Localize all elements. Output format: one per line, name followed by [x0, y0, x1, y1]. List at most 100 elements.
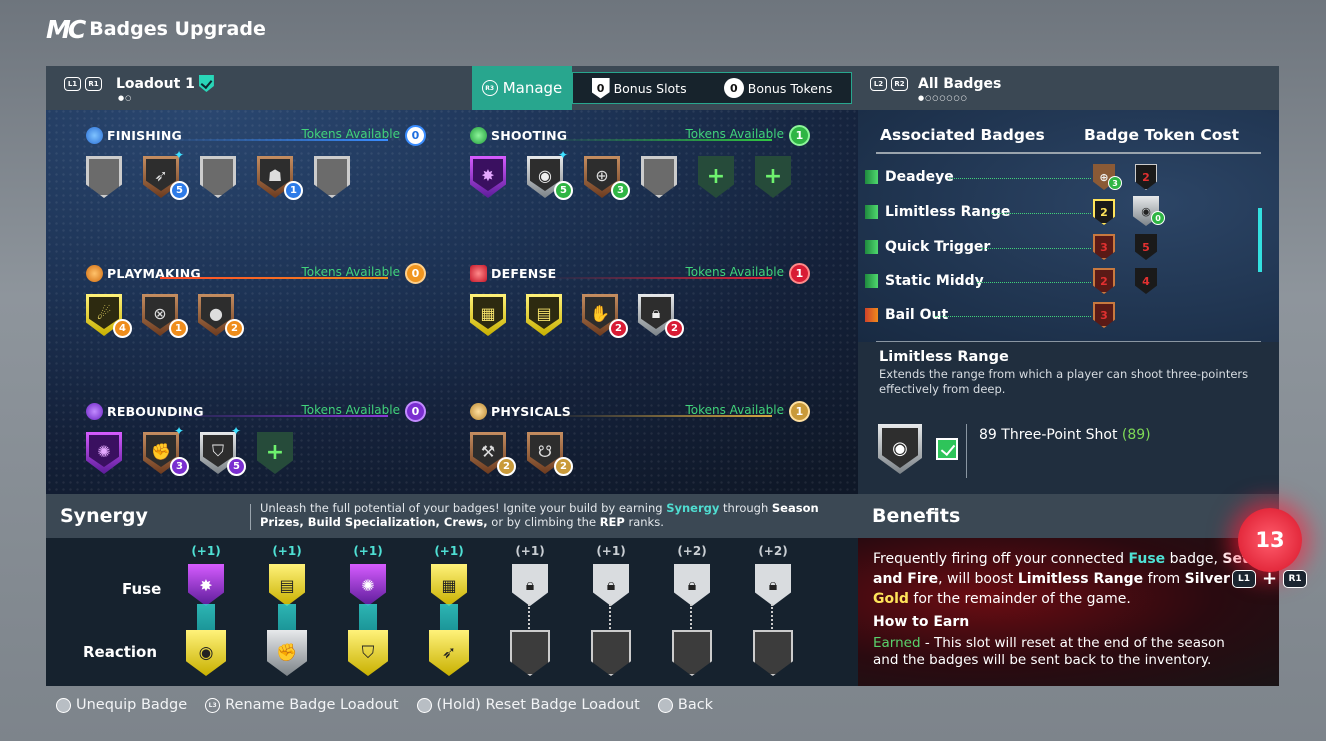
- category-header: REBOUNDING Tokens Available 0: [86, 400, 426, 422]
- synergy-slot[interactable]: (+2) 🔒︎: [669, 544, 715, 684]
- badge-slot[interactable]: 🔒︎ 2: [638, 294, 684, 340]
- tokens-available-count: 1: [789, 263, 810, 284]
- associated-badge-row[interactable]: Static Middy 2 4: [865, 268, 1265, 294]
- badge-slot[interactable]: [641, 156, 677, 202]
- associated-badge-row[interactable]: Quick Trigger 3 5: [865, 234, 1265, 260]
- badge-slot[interactable]: ✊ ✦ 3: [143, 424, 189, 478]
- badge-slot[interactable]: ☋ 2: [527, 432, 573, 478]
- controller-hints: Unequip Badge L3 Rename Badge Loadout (Ho…: [56, 697, 713, 713]
- badge-slot[interactable]: ✸: [470, 156, 506, 202]
- synergy-header: Synergy Unleash the full potential of yo…: [46, 494, 858, 538]
- upgrade-icon: ✦: [173, 424, 184, 438]
- synergy-slot[interactable]: (+1) 🔒︎: [588, 544, 634, 684]
- badge-slot[interactable]: ⊕ 3: [584, 156, 630, 202]
- synergy-slot[interactable]: (+1) ▤ ✊: [264, 544, 310, 684]
- all-badges-page-dots: ●○○○○○○: [918, 94, 968, 102]
- associated-badge-row[interactable]: Limitless Range 2 ◉ 0: [865, 196, 1265, 226]
- reset-loadout-hint[interactable]: (Hold) Reset Badge Loadout: [416, 697, 640, 713]
- badge-slot[interactable]: ◉ ✦ 5: [527, 148, 573, 202]
- badge-slot[interactable]: ▦: [470, 294, 506, 340]
- dotted-connector: [977, 282, 1091, 283]
- rep-navigation[interactable]: L1 + R1: [1232, 568, 1308, 589]
- token-cost: 2: [1093, 268, 1115, 294]
- token-cost: 4: [1135, 268, 1157, 294]
- shooting-icon: [470, 126, 487, 144]
- synergy-bonus: (+2): [758, 544, 788, 558]
- requirement-check-icon: [936, 438, 958, 460]
- synergy-bonus: (+1): [353, 544, 383, 558]
- badge-level: 2: [497, 457, 516, 476]
- all-badges-title: All Badges: [918, 76, 1002, 92]
- badge-level: 3: [611, 181, 630, 200]
- badge-slot[interactable]: [200, 156, 236, 202]
- l1-button-icon: L1: [64, 76, 81, 91]
- badge-slot[interactable]: ✺: [86, 432, 122, 478]
- plus-separator: +: [1262, 568, 1278, 589]
- badge-slot[interactable]: ➶ ✦ 5: [143, 148, 189, 202]
- category-color-bar: [865, 274, 878, 288]
- badge-token-cost-heading: Badge Token Cost: [1084, 126, 1240, 144]
- bonus-tokens-label: Bonus Tokens: [747, 80, 833, 96]
- playmaking-icon: [86, 264, 103, 282]
- badge-slot[interactable]: +: [257, 432, 293, 478]
- back-hint[interactable]: Back: [657, 697, 713, 713]
- badge-level: 5: [554, 181, 573, 200]
- empty-reaction-slot: [753, 630, 793, 676]
- synergy-slot[interactable]: (+1) ✸ ◉: [183, 544, 229, 684]
- badge-slot[interactable]: +: [698, 156, 734, 202]
- synergy-slot[interactable]: (+1) 🔒︎: [507, 544, 553, 684]
- tokens-available-count: 1: [789, 401, 810, 422]
- spring-connector: [690, 604, 694, 632]
- badge-slot[interactable]: [314, 156, 350, 202]
- badge-slot[interactable]: ▤: [526, 294, 562, 340]
- manage-tab[interactable]: R3 Manage: [472, 66, 572, 110]
- synergy-slot[interactable]: (+1) ▦ ➶: [426, 544, 472, 684]
- synergy-slot[interactable]: (+1) ✺ ⛉: [345, 544, 391, 684]
- scrollbar[interactable]: [1258, 208, 1262, 272]
- category-physicals: PHYSICALS Tokens Available 1 ⚒ 2 ☋ 2: [470, 400, 810, 494]
- requirement-label: 89 Three-Point Shot: [979, 427, 1118, 443]
- reaction-shield-badge-icon: ⛉: [348, 630, 388, 676]
- category-finishing: FINISHING Tokens Available 0 ➶ ✦ 5 ☗ 1: [86, 124, 426, 254]
- badge-slot[interactable]: ✋ 2: [582, 294, 628, 340]
- l3-button-icon: L3: [205, 697, 221, 713]
- badge-slot[interactable]: ☄ 4: [86, 294, 132, 340]
- empty-badge-slot: [200, 156, 236, 198]
- bonus-slots-value: 0: [591, 77, 610, 99]
- empty-badge-slot: [314, 156, 350, 198]
- requirement-text: 89 Three-Point Shot (89): [979, 427, 1151, 443]
- synergy-link: [278, 604, 296, 634]
- spring-connector: [609, 604, 613, 632]
- locked-slot-icon: 🔒︎: [674, 564, 710, 606]
- benefits-description: Frequently firing off your connected Fus…: [873, 551, 1249, 607]
- reaction-layup-badge-icon: ➶: [429, 630, 469, 676]
- associated-badge-row[interactable]: Bail Out 3: [865, 302, 1265, 328]
- category-header: FINISHING Tokens Available 0: [86, 124, 426, 146]
- badge-slot[interactable]: ☗ 1: [257, 156, 303, 202]
- r3-button-icon: R3: [481, 80, 498, 96]
- badge-slot[interactable]: [86, 156, 122, 202]
- tokens-available-count: 1: [789, 125, 810, 146]
- badge-slot[interactable]: ⛉ ✦ 5: [200, 424, 246, 478]
- unequip-badge-hint[interactable]: Unequip Badge: [56, 697, 187, 713]
- l2-button-icon: L2: [870, 77, 887, 91]
- badge-slot[interactable]: ⚒ 2: [470, 432, 516, 478]
- all-badges-selector[interactable]: L2 R2 All Badges: [870, 76, 1001, 92]
- badge-slot[interactable]: ⊗ 1: [142, 294, 188, 340]
- badge-level: 2: [665, 319, 684, 338]
- synergy-bonus: (+2): [677, 544, 707, 558]
- badge-level: 0: [1151, 211, 1165, 225]
- badge-slot[interactable]: +: [755, 156, 791, 202]
- page-title: Badges Upgrade: [89, 18, 266, 40]
- synergy-body: Fuse Reaction (+1) ✸ ◉ (+1) ▤ ✊ (+1) ✺ ⛉…: [46, 538, 858, 686]
- rename-loadout-hint[interactable]: L3 Rename Badge Loadout: [205, 697, 399, 713]
- spring-connector: [771, 604, 775, 632]
- bonus-tokens: 0 Bonus Tokens: [723, 78, 833, 98]
- fuse-wall-badge-icon: ▤: [269, 564, 305, 606]
- badge-slot[interactable]: ● 2: [198, 294, 244, 340]
- tokens-available-count: 0: [405, 125, 426, 146]
- loadout-selector[interactable]: L1 R1 Loadout 1: [64, 75, 214, 92]
- associated-badge-row[interactable]: Deadeye ⊕ 3 2: [865, 164, 1265, 190]
- spring-connector: [528, 604, 532, 632]
- synergy-slot[interactable]: (+2) 🔒︎: [750, 544, 796, 684]
